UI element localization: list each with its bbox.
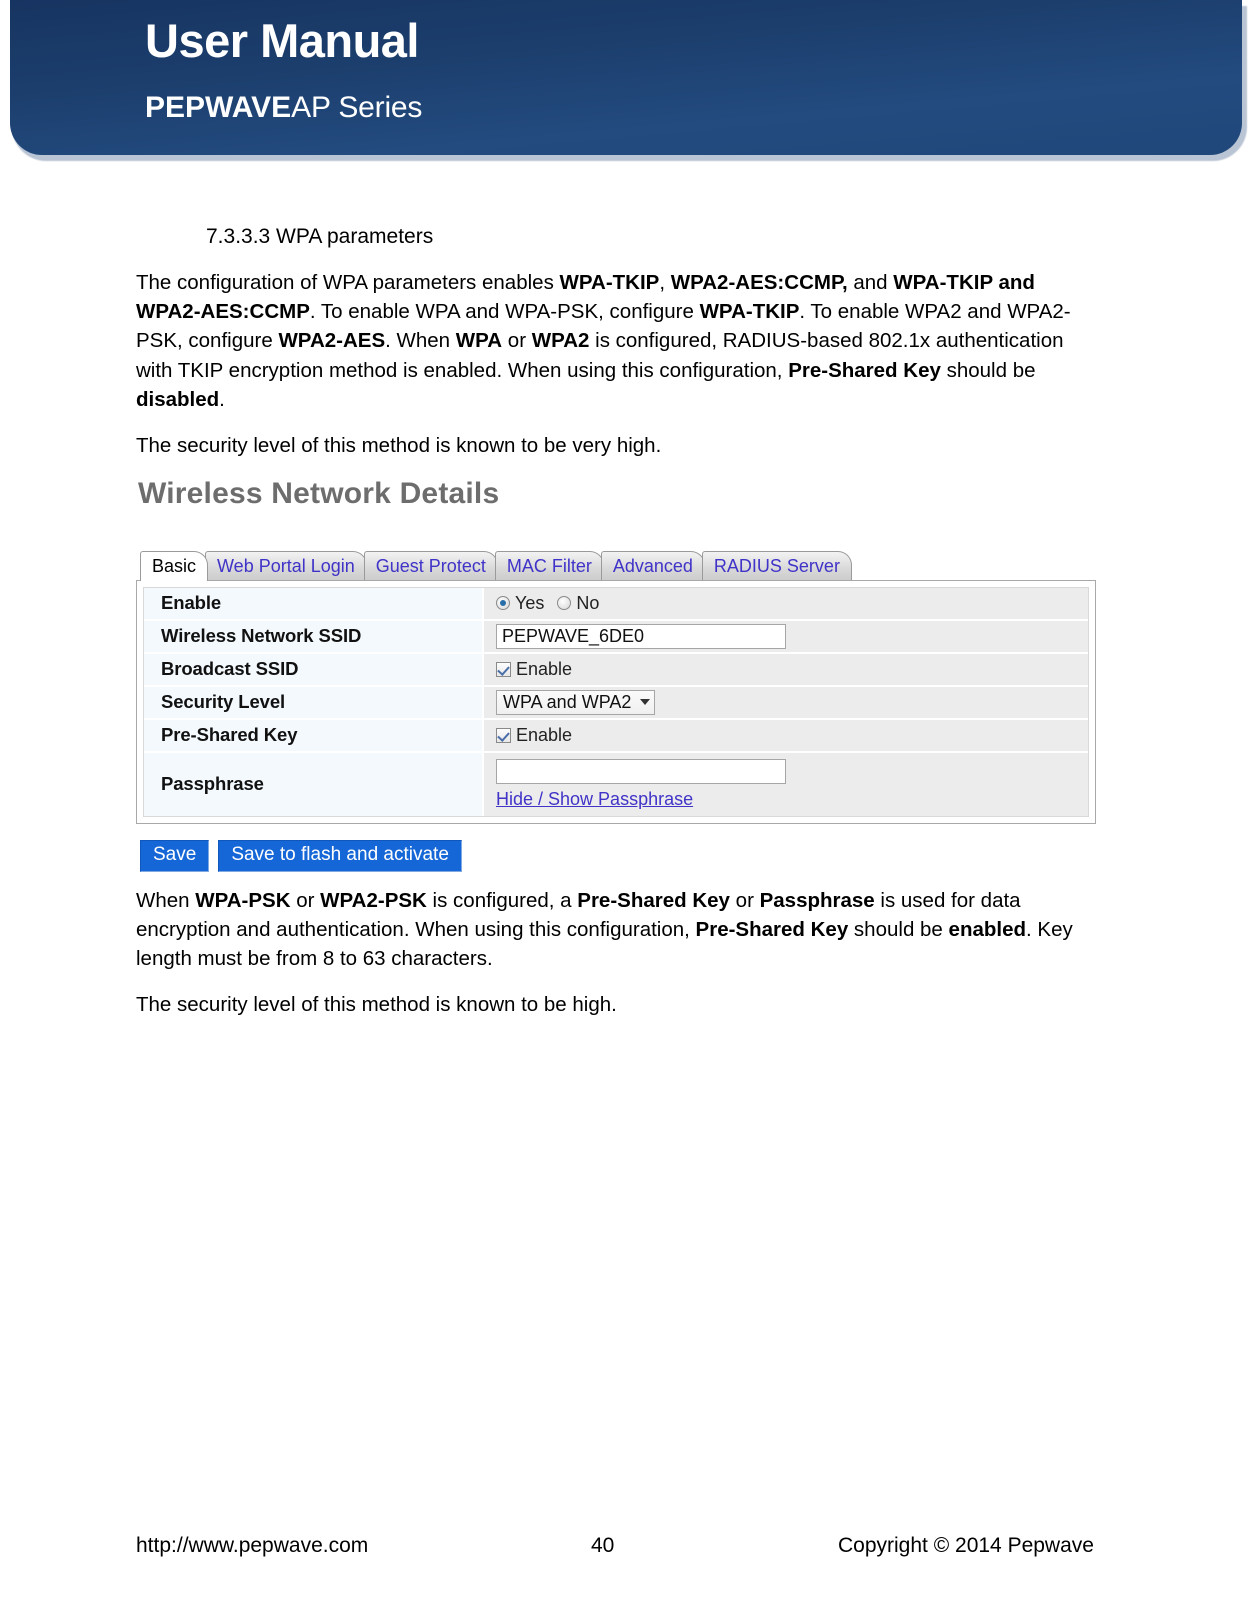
row-passphrase: Passphrase Hide / Show Passphrase (144, 752, 1088, 816)
row-pre-shared-key: Pre-Shared Key Enable (144, 719, 1088, 753)
chevron-down-icon (640, 699, 651, 706)
value-passphrase: Hide / Show Passphrase (484, 752, 1088, 816)
label-security-level: Security Level (144, 686, 484, 718)
ssid-input[interactable] (496, 623, 786, 649)
security-level-select[interactable]: WPA and WPA2 (496, 689, 656, 715)
tab-bar: Basic Web Portal Login Guest Protect MAC… (140, 549, 1096, 581)
radio-enable-no[interactable]: No (557, 593, 599, 614)
passphrase-input[interactable] (496, 758, 786, 784)
radio-yes-icon[interactable] (496, 596, 510, 611)
page-header-banner: User Manual PEPWAVEAP Series (10, 0, 1249, 163)
footer-page-number: 40 (591, 1534, 615, 1557)
label-broadcast-ssid: Broadcast SSID (144, 653, 484, 685)
enable-radio-group: Yes No (496, 593, 599, 614)
pre-shared-key-checkbox-label: Enable (516, 724, 573, 745)
row-security-level: Security Level WPA and WPA2 (144, 686, 1088, 720)
tab-advanced[interactable]: Advanced (600, 550, 705, 581)
paragraph-security-level-high: The security level of this method is kno… (136, 993, 617, 1017)
row-wireless-network-ssid: Wireless Network SSID (144, 620, 1088, 654)
pre-shared-key-checkbox-icon[interactable] (496, 727, 511, 743)
row-enable: Enable Yes No (144, 587, 1088, 621)
value-broadcast-ssid: Enable (484, 653, 1088, 685)
radio-no-label: No (576, 592, 600, 613)
value-pre-shared-key: Enable (484, 719, 1088, 751)
tab-basic[interactable]: Basic (140, 550, 209, 581)
row-broadcast-ssid: Broadcast SSID Enable (144, 653, 1088, 687)
label-enable: Enable (144, 587, 484, 619)
banner-background: User Manual PEPWAVEAP Series (10, 0, 1242, 155)
banner-subtitle: PEPWAVEAP Series (145, 91, 422, 125)
radio-no-icon[interactable] (557, 596, 572, 611)
save-to-flash-and-activate-button[interactable]: Save to flash and activate (218, 839, 462, 872)
label-wireless-network-ssid: Wireless Network SSID (144, 620, 484, 652)
action-button-row: Save Save to flash and activate (140, 839, 1096, 872)
footer-url: http://www.pepwave.com (136, 1534, 369, 1557)
radio-enable-yes[interactable]: Yes (496, 593, 544, 614)
section-heading: 7.3.3.3 WPA parameters (206, 225, 434, 248)
tab-mac-filter[interactable]: MAC Filter (494, 550, 604, 581)
security-level-selected-value: WPA and WPA2 (503, 691, 632, 712)
paragraph-wpa-intro: The configuration of WPA parameters enab… (136, 271, 1071, 411)
document-body: 7.3.3.3 WPA parameters The configuration… (136, 224, 1096, 1036)
value-enable: Yes No (484, 587, 1088, 619)
broadcast-ssid-checkbox-icon[interactable] (496, 661, 511, 677)
radio-yes-label: Yes (515, 592, 545, 613)
label-pre-shared-key: Pre-Shared Key (144, 719, 484, 751)
banner-title: User Manual (145, 14, 419, 67)
broadcast-ssid-checkbox-wrap[interactable]: Enable (496, 659, 572, 680)
tab-web-portal-login[interactable]: Web Portal Login (205, 550, 367, 581)
settings-panel: Enable Yes No Wireless Network SSID PEPW… (136, 579, 1096, 824)
hide-show-passphrase-link[interactable]: Hide / Show Passphrase (496, 789, 693, 810)
settings-panel-inner: Enable Yes No Wireless Network SSID PEPW… (143, 586, 1089, 817)
save-button[interactable]: Save (140, 839, 210, 872)
wireless-network-details-title: Wireless Network Details (138, 476, 500, 510)
paragraph-security-level-very-high: The security level of this method is kno… (136, 433, 662, 457)
tab-radius-server[interactable]: RADIUS Server (701, 550, 852, 581)
paragraph-psk-usage: When WPA-PSK or WPA2-PSK is configured, … (136, 888, 1073, 970)
banner-brand: PEPWAVE (145, 91, 292, 124)
embedded-ui-screenshot: Wireless Network Details Basic Web Porta… (136, 477, 1096, 872)
broadcast-ssid-checkbox-label: Enable (516, 658, 573, 679)
tab-guest-protect[interactable]: Guest Protect (363, 550, 498, 581)
label-passphrase: Passphrase (144, 752, 484, 816)
pre-shared-key-checkbox-wrap[interactable]: Enable (496, 725, 572, 746)
value-wireless-network-ssid (484, 620, 1088, 652)
banner-series: AP Series (291, 91, 423, 124)
value-security-level: WPA and WPA2 (484, 686, 1088, 718)
footer-copyright: Copyright © 2014 Pepwave (838, 1534, 1094, 1557)
